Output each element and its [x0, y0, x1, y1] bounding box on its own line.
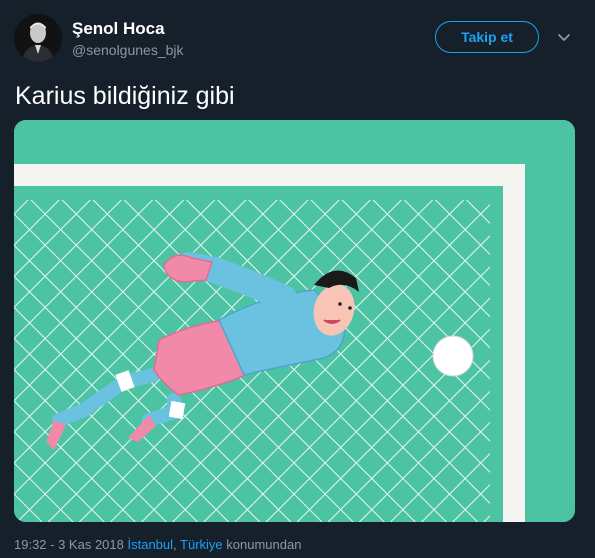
- follow-button[interactable]: Takip et: [435, 21, 539, 53]
- display-name[interactable]: Şenol Hoca: [72, 19, 184, 39]
- tweet-meta: 19:32 - 3 Kas 2018 İstanbul, Türkiye kon…: [14, 537, 301, 552]
- tweet-card: Şenol Hoca @senolgunes_bjk Takip et Kari…: [0, 0, 595, 558]
- location-separator: ,: [173, 537, 181, 552]
- user-names: Şenol Hoca @senolgunes_bjk: [72, 19, 184, 60]
- tweet-media[interactable]: [14, 120, 575, 522]
- location-city-link[interactable]: İstanbul: [127, 537, 173, 552]
- tweet-header: Şenol Hoca @senolgunes_bjk Takip et: [14, 14, 581, 64]
- user-handle[interactable]: @senolgunes_bjk: [72, 40, 184, 60]
- tweet-timestamp[interactable]: 19:32 - 3 Kas 2018: [14, 537, 124, 552]
- location-suffix: konumundan: [226, 537, 302, 552]
- chevron-down-icon[interactable]: [556, 29, 572, 45]
- profile-photo-icon: [14, 14, 62, 62]
- tweet-text: Karius bildiğiniz gibi: [15, 82, 235, 110]
- goalkeeper-illustration-icon: [14, 120, 575, 522]
- avatar[interactable]: [14, 14, 62, 62]
- location-country-link[interactable]: Türkiye: [180, 537, 223, 552]
